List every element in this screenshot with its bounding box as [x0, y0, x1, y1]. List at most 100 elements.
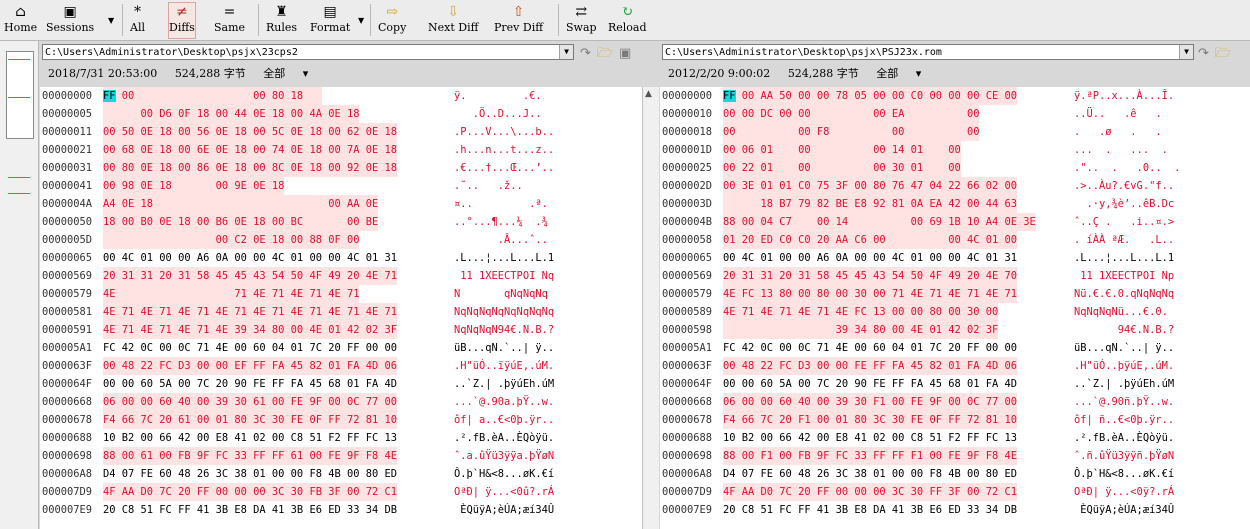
row-hex-bytes[interactable]: 4F AA D0 7C 20 FF 00 00 00 3C 30 FB 3F 0… [103, 483, 398, 501]
hex-row[interactable]: 000007E9 20 C8 51 FC FF 41 3B E8 DA 41 3B… [40, 501, 642, 519]
row-hex-bytes[interactable]: 00 00 60 5A 00 7C 20 90 FE FF FA 45 68 0… [723, 375, 1017, 393]
hex-row[interactable]: 00000018 00 00 F8 00 00 . .ø . . [660, 123, 1250, 141]
row-hex-bytes[interactable]: 00 06 01 00 00 14 01 00 [723, 141, 961, 159]
row-ascii[interactable]: ÈQüÿA;èÚA;æí34Û [454, 501, 554, 519]
hex-row[interactable]: 000005A1 FC 42 0C 00 0C 71 4E 00 60 04 01… [660, 339, 1250, 357]
row-hex-bytes[interactable]: 4E 71 4E 71 4E 71 4E FC 13 00 00 80 00 3… [723, 303, 999, 321]
hex-row[interactable]: 0000063F 00 48 22 FC D3 00 00 EF FF FA 45… [40, 357, 642, 375]
row-hex-bytes[interactable]: F4 66 7C 20 61 00 01 80 3C 30 FE 0F FF 7… [103, 411, 398, 429]
row-ascii[interactable]: 11 1XEECTPOI Np [1074, 267, 1174, 285]
row-hex-bytes[interactable]: 20 C8 51 FC FF 41 3B E8 DA 41 3B E6 ED 3… [723, 501, 1017, 519]
save-icon[interactable]: ▣ [619, 46, 631, 61]
row-ascii[interactable]: .·y‚¾è’..êB.Dc [1074, 195, 1175, 213]
hex-row[interactable]: 00000000 FF 00 AA 50 00 00 78 05 00 00 C0… [660, 87, 1250, 105]
row-hex-bytes[interactable]: A4 0E 18 00 AA 0E [103, 195, 379, 213]
row-hex-bytes[interactable]: 00 48 22 FC D3 00 00 EF FF FA 45 82 01 F… [103, 357, 398, 375]
row-ascii[interactable]: N qNqNqNq [454, 285, 548, 303]
row-ascii[interactable]: ..`Z.| .þÿúEh.úM [1074, 375, 1174, 393]
hex-row[interactable]: 00000598 39 34 80 00 4E 01 42 02 3F 94€.… [660, 321, 1250, 339]
hex-row[interactable]: 00000011 00 50 0E 18 00 56 0E 18 00 5C 0E… [40, 123, 642, 141]
row-ascii[interactable]: . .ø . . [1074, 123, 1162, 141]
row-hex-bytes[interactable]: 00 22 01 00 00 30 01 00 [723, 159, 961, 177]
row-ascii[interactable]: .L...¦...L...L.1 [1074, 249, 1174, 267]
row-hex-bytes[interactable]: 01 20 ED C0 C0 20 AA C6 00 00 4C 01 00 [723, 231, 1018, 249]
right-path-field[interactable]: C:\Users\Administrator\Desktop\psjx\PSJ2… [662, 44, 1194, 60]
hex-row[interactable]: 00000591 4E 71 4E 71 4E 71 4E 39 34 80 00… [40, 321, 642, 339]
row-ascii[interactable]: ..`Z.| .þÿúEh.úM [454, 375, 554, 393]
hex-row[interactable]: 00000050 18 00 B0 0E 18 00 B6 0E 18 00 BC… [40, 213, 642, 231]
row-hex-bytes[interactable]: D4 07 FE 60 48 26 3C 38 01 00 00 F8 4B 0… [723, 465, 1017, 483]
row-ascii[interactable]: . íÀÀ ªÆ. .L.. [1074, 231, 1174, 249]
row-ascii[interactable]: ÿ.ªP..x...À...Î. [1074, 87, 1174, 105]
hex-row[interactable]: 0000064F 00 00 60 5A 00 7C 20 90 FE FF FA… [40, 375, 642, 393]
row-ascii[interactable]: .".. . .0.. . [1074, 159, 1180, 177]
row-ascii[interactable]: üB...qN.`..| ÿ.. [1074, 339, 1174, 357]
row-ascii[interactable]: .H"üÓ..ïÿúE‚.úM. [454, 357, 554, 375]
hex-row[interactable]: 00000041 00 98 0E 18 00 9E 0E 18 .˜.. .ž.. [40, 177, 642, 195]
thumbnail-strip[interactable] [0, 41, 39, 529]
hex-row[interactable]: 00000021 00 68 0E 18 00 6E 0E 18 00 74 0E… [40, 141, 642, 159]
all-button[interactable]: * All [130, 3, 145, 37]
row-hex-bytes[interactable]: FF 00 AA 50 00 00 78 05 00 00 C0 00 00 0… [723, 87, 1018, 105]
row-ascii[interactable]: NqNqNqNqNqNqNqNq [454, 303, 554, 321]
row-hex-bytes[interactable]: 88 00 61 00 FB 9F FC 33 FF FF 61 00 FE 9… [103, 447, 398, 465]
hex-row[interactable]: 000006A8 D4 07 FE 60 48 26 3C 38 01 00 00… [40, 465, 642, 483]
row-hex-bytes[interactable]: 00 3E 01 01 C0 75 3F 00 80 76 47 04 22 6… [723, 177, 1018, 195]
row-ascii[interactable]: ..°...¶...¼ .¾ [454, 213, 548, 231]
row-ascii[interactable]: ..Ü.. .ê . [1074, 105, 1162, 123]
swap-button[interactable]: ⇄ Swap [566, 3, 597, 37]
row-hex-bytes[interactable]: 4F AA D0 7C 20 FF 00 00 00 3C 30 FF 3F 0… [723, 483, 1018, 501]
row-hex-bytes[interactable]: 39 34 80 00 4E 01 42 02 3F [723, 321, 999, 339]
row-ascii[interactable]: .h...n...t...z.. [454, 141, 554, 159]
reload-button[interactable]: ↻ Reload [608, 3, 647, 37]
hex-row[interactable]: 0000002D 00 3E 01 01 C0 75 3F 00 80 76 47… [660, 177, 1250, 195]
hex-row[interactable]: 0000004A A4 0E 18 00 AA 0E ¤.. .ª. [40, 195, 642, 213]
hex-row[interactable]: 00000569 20 31 31 20 31 58 45 45 43 54 50… [40, 267, 642, 285]
row-ascii[interactable]: ôf| ñ..€<0þ.ÿr.. [1074, 411, 1174, 429]
hex-row[interactable]: 000007E9 20 C8 51 FC FF 41 3B E8 DA 41 3B… [660, 501, 1250, 519]
row-ascii[interactable]: ¤.. .ª. [454, 195, 548, 213]
hex-row[interactable]: 00000058 01 20 ED C0 C0 20 AA C6 00 00 4C… [660, 231, 1250, 249]
row-hex-bytes[interactable]: 88 00 F1 00 FB 9F FC 33 FF FF F1 00 FE 9… [723, 447, 1018, 465]
cursor-byte[interactable]: FF [723, 90, 736, 102]
row-hex-bytes[interactable]: 4E 71 4E 71 4E 71 4E 71 [103, 285, 360, 303]
row-ascii[interactable]: .>..Àu?.€vG."f.. [1074, 177, 1174, 195]
row-hex-bytes[interactable]: 18 00 B0 0E 18 00 B6 0E 18 00 BC 00 BE [103, 213, 379, 231]
chevron-down-icon[interactable]: ▼ [1179, 45, 1193, 59]
hex-row[interactable]: 00000010 00 00 DC 00 00 00 EA 00 ..Ü.. .ê … [660, 105, 1250, 123]
hex-row[interactable]: 000007D9 4F AA D0 7C 20 FF 00 00 00 3C 30… [40, 483, 642, 501]
row-hex-bytes[interactable]: 00 4C 01 00 00 A6 0A 00 00 4C 01 00 00 4… [723, 249, 1017, 267]
row-hex-bytes[interactable]: 00 80 0E 18 00 86 0E 18 00 8C 0E 18 00 9… [103, 159, 398, 177]
hex-row[interactable]: 00000698 88 00 61 00 FB 9F FC 33 FF FF 61… [40, 447, 642, 465]
hex-row[interactable]: 00000000 FF 00 00 80 18 ÿ. .€. [40, 87, 642, 105]
folder-open-icon[interactable]: 🗁 [1215, 46, 1231, 61]
cursor-byte[interactable]: FF [103, 90, 116, 102]
right-view-select[interactable]: 全部 ▾ [876, 67, 935, 80]
vertical-scrollbar[interactable]: ▲ [642, 87, 659, 529]
row-hex-bytes[interactable]: 10 B2 00 66 42 00 E8 41 02 00 C8 51 F2 F… [723, 429, 1017, 447]
row-ascii[interactable]: NqNqNqN94€.N.B.? [454, 321, 554, 339]
hex-row[interactable]: 000006A8 D4 07 FE 60 48 26 3C 38 01 00 00… [660, 465, 1250, 483]
row-ascii[interactable]: Nü.€.€.0.qNqNqNq [1074, 285, 1174, 303]
copy-path-icon[interactable]: ↷ [580, 46, 591, 61]
hex-row[interactable]: 00000668 06 00 00 60 40 00 39 30 61 00 FE… [40, 393, 642, 411]
hex-row[interactable]: 0000003D 18 B7 79 82 BE E8 92 81 0A EA 4… [660, 195, 1250, 213]
same-button[interactable]: = Same [214, 3, 245, 37]
row-hex-bytes[interactable]: 00 4C 01 00 00 A6 0A 00 00 4C 01 00 00 4… [103, 249, 397, 267]
row-hex-bytes[interactable]: 4E FC 13 80 00 80 00 30 00 71 4E 71 4E 7… [723, 285, 1018, 303]
hex-row[interactable]: 00000005 00 D6 0F 18 00 44 0E 18 00 4A 0… [40, 105, 642, 123]
row-ascii[interactable]: .².fB.èA..ÈQòÿü. [454, 429, 554, 447]
row-ascii[interactable]: OªÐ| ÿ...<0û?.rÁ [454, 483, 554, 501]
copy-button[interactable]: ⇨ Copy [378, 3, 406, 37]
hex-row[interactable]: 0000005D 00 C2 0E 18 00 88 0F 00 .Â...ˆ.… [40, 231, 642, 249]
row-hex-bytes[interactable]: 06 00 00 60 40 00 39 30 61 00 FE 9F 00 0… [103, 393, 398, 411]
scroll-up-icon[interactable]: ▲ [645, 89, 652, 99]
left-view-select[interactable]: 全部 ▾ [263, 67, 322, 80]
row-hex-bytes[interactable]: 00 C2 0E 18 00 88 0F 00 [103, 231, 360, 249]
hex-row[interactable]: 0000001D 00 06 01 00 00 14 01 00 ... . ...… [660, 141, 1250, 159]
row-hex-bytes[interactable]: FC 42 0C 00 0C 71 4E 00 60 04 01 7C 20 F… [103, 339, 397, 357]
row-hex-bytes[interactable]: 18 B7 79 82 BE E8 92 81 0A EA 42 00 44 6… [723, 195, 1018, 213]
chevron-down-icon[interactable]: ▾ [303, 67, 309, 80]
hex-row[interactable]: 0000064F 00 00 60 5A 00 7C 20 90 FE FF FA… [660, 375, 1250, 393]
left-hex-view[interactable]: 00000000 FF 00 00 80 18 ÿ. .€. 00000005 00… [40, 87, 642, 529]
